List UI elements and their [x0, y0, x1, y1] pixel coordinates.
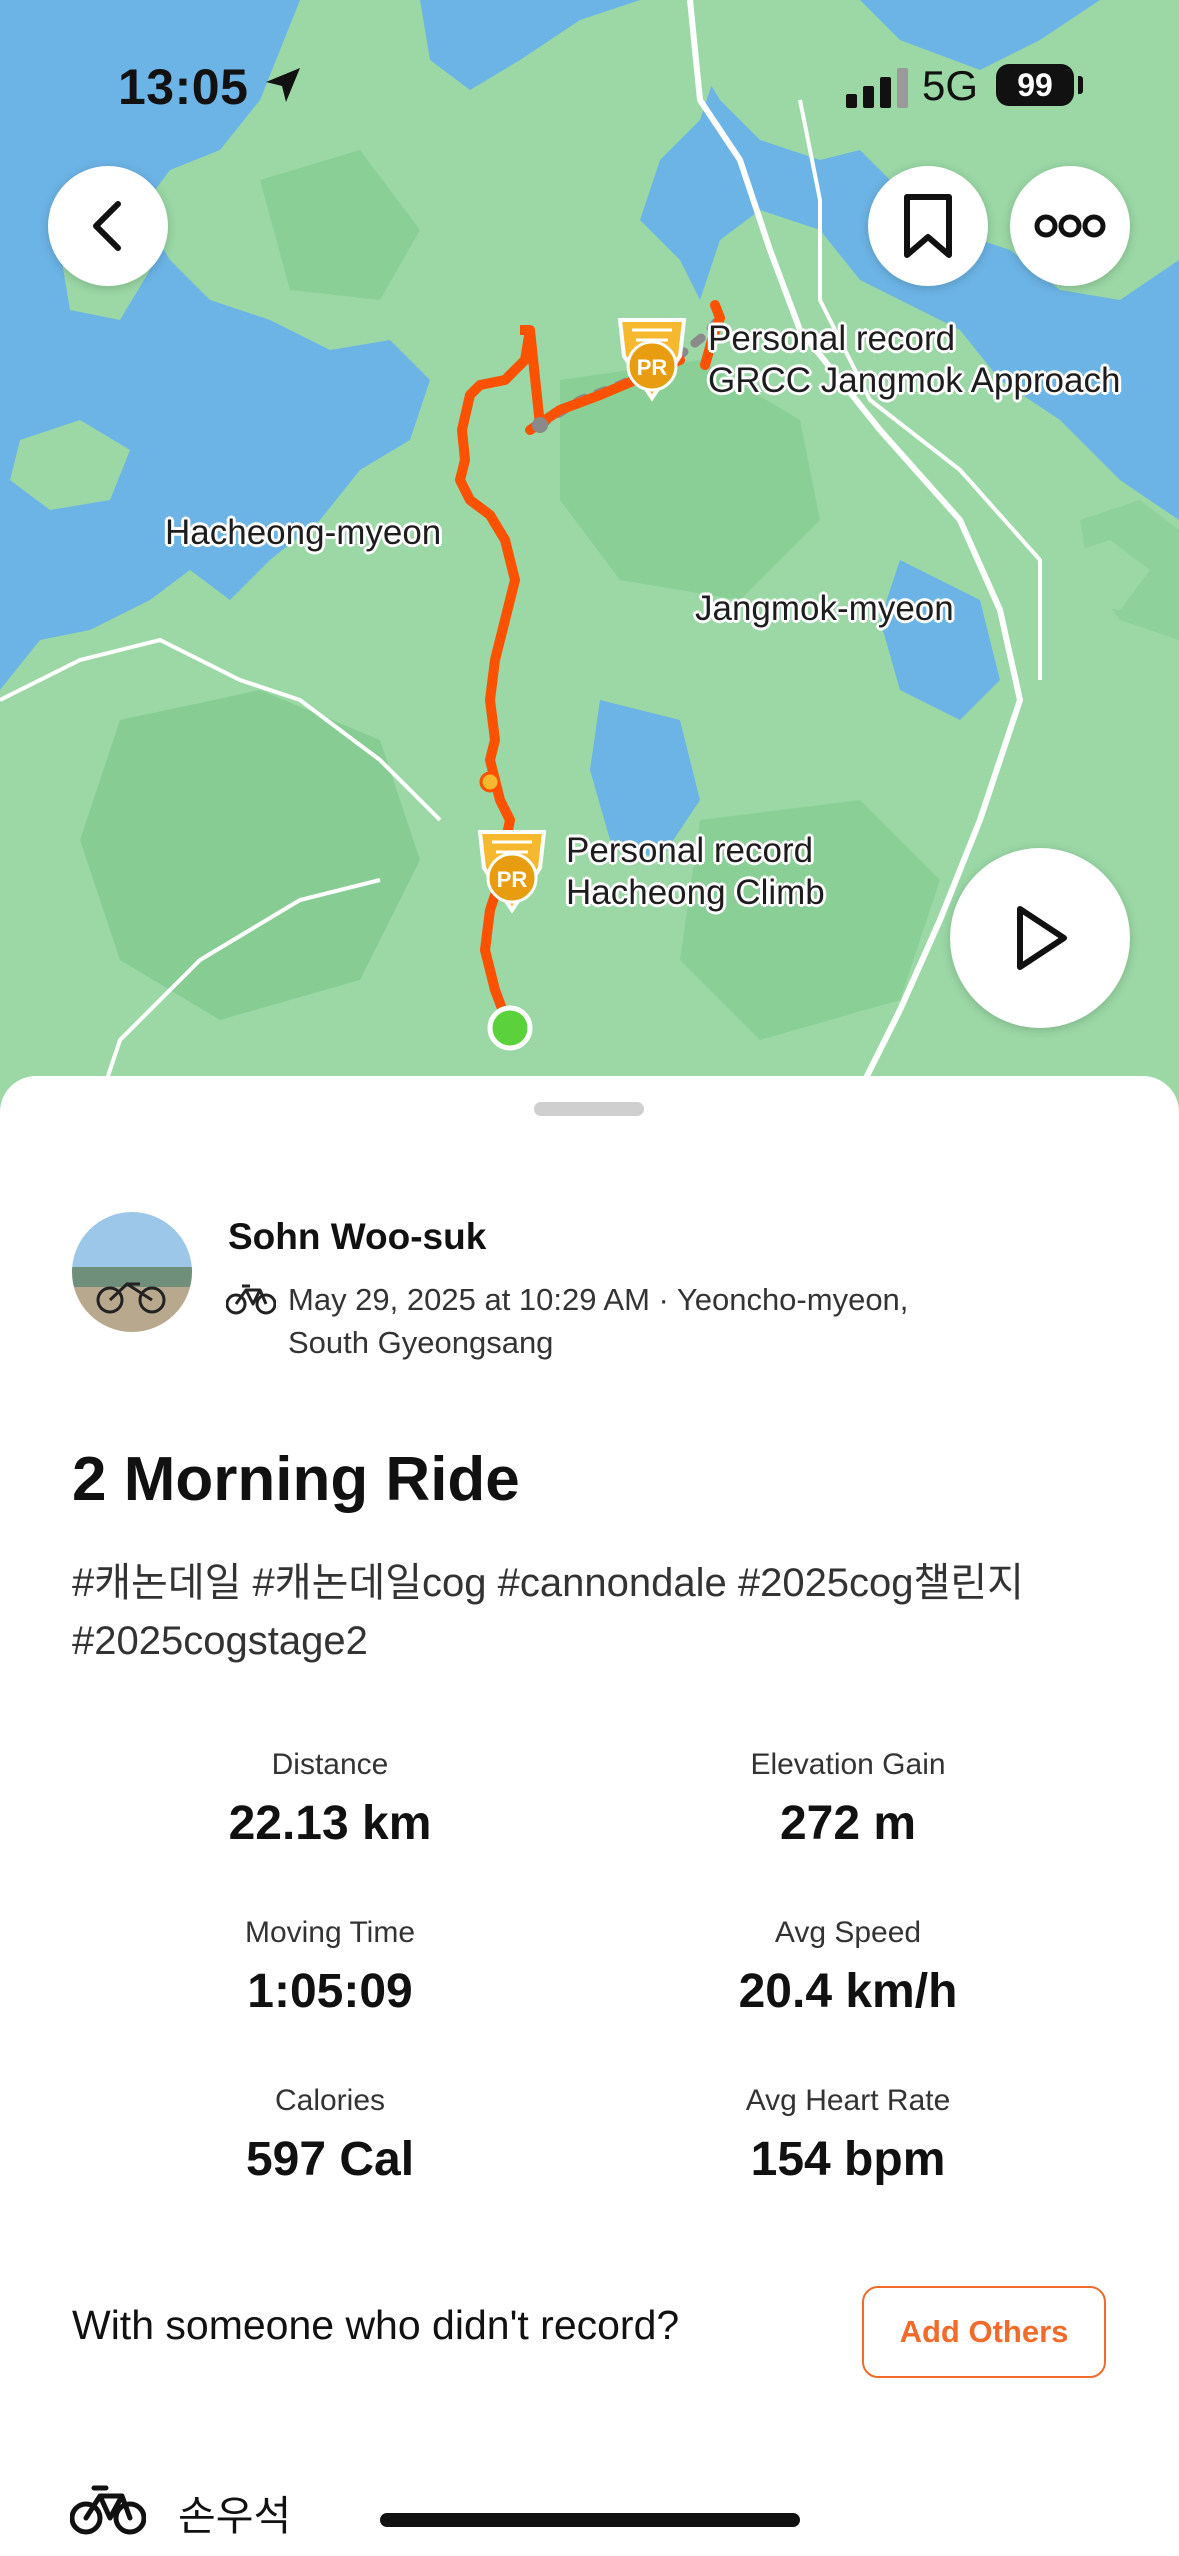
add-others-button[interactable]: Add Others	[862, 2286, 1106, 2378]
activity-description: #캐논데일 #캐논데일cog #cannondale #2025cog챌린지 #…	[72, 1561, 1024, 1663]
avatar[interactable]	[72, 1212, 192, 1332]
status-bar: 13:05 5G 99	[0, 0, 1179, 170]
cellular-signal-icon	[846, 68, 908, 108]
pr-label-segment: Hacheong Climb	[566, 873, 825, 912]
stat-label: Distance	[271, 1748, 389, 1781]
place-label-jangmok: Jangmok-myeon	[695, 589, 954, 628]
sheet-drag-handle[interactable]	[534, 1102, 644, 1116]
status-time: 13:05	[118, 59, 249, 115]
avatar-photo	[72, 1212, 192, 1332]
more-dots-icon	[1034, 214, 1106, 238]
stat-value: 1:05:09	[247, 1965, 413, 2018]
pr-badge-text: PR	[497, 867, 528, 892]
back-button[interactable]	[48, 166, 168, 286]
activity-title: 2 Morning Ride	[72, 1445, 520, 1514]
gear-bike-name[interactable]: 손우석	[178, 2482, 291, 2542]
activity-meta: May 29, 2025 at 10:29 AM · Yeoncho-myeon…	[288, 1278, 988, 1364]
pr-badge-icon[interactable]: PR	[614, 316, 690, 402]
stat-value: 597 Cal	[245, 2133, 415, 2186]
activity-map[interactable]: PR PR Personal record GRCC Jangmok Appro…	[0, 0, 1179, 1130]
stat-elevation: Elevation Gain 272 m	[598, 1748, 1098, 1851]
stat-avg-speed: Avg Speed 20.4 km/h	[598, 1916, 1098, 2019]
activity-date-location: May 29, 2025 at 10:29 AM · Yeoncho-myeon…	[288, 1282, 909, 1317]
battery-cap	[1078, 76, 1083, 94]
location-arrow-icon	[266, 68, 300, 102]
home-indicator[interactable]	[380, 2513, 800, 2527]
activity-region: South Gyeongsang	[288, 1325, 554, 1360]
stat-label: Calories	[274, 2084, 386, 2117]
more-button[interactable]	[1010, 166, 1130, 286]
stat-label: Moving Time	[244, 1916, 416, 1949]
chevron-left-icon	[93, 201, 121, 251]
stat-value: 20.4 km/h	[738, 1965, 958, 2018]
network-type: 5G	[922, 62, 979, 109]
battery-level: 99	[996, 64, 1074, 106]
stat-calories: Calories 597 Cal	[80, 2084, 580, 2187]
stat-heart-rate: Avg Heart Rate 154 bpm	[598, 2084, 1098, 2187]
bicycle-icon	[226, 1284, 276, 1315]
stat-value: 272 m	[779, 1797, 917, 1850]
stat-label: Avg Speed	[774, 1916, 922, 1949]
stat-moving-time: Moving Time 1:05:09	[80, 1916, 580, 2019]
pr-badge-icon[interactable]: PR	[474, 828, 550, 914]
athlete-name[interactable]: Sohn Woo-suk	[228, 1216, 486, 1258]
bicycle-icon	[70, 2485, 146, 2535]
pr-badge-text: PR	[637, 355, 668, 380]
stat-label: Avg Heart Rate	[745, 2084, 951, 2117]
place-label-hacheong: Hacheong-myeon	[165, 513, 442, 552]
pr-label-segment: GRCC Jangmok Approach	[708, 361, 1121, 400]
play-icon	[1017, 906, 1067, 970]
pr-label-title: Personal record	[708, 319, 956, 358]
stat-value: 22.13 km	[228, 1797, 432, 1850]
activity-details-sheet: Sohn Woo-suk May 29, 2025 at 10:29 AM · …	[0, 1076, 1179, 2556]
stat-distance: Distance 22.13 km	[80, 1748, 580, 1851]
bookmark-icon	[904, 194, 952, 258]
bookmark-button[interactable]	[868, 166, 988, 286]
play-flyover-button[interactable]	[950, 848, 1130, 1028]
stat-label: Elevation Gain	[750, 1748, 946, 1781]
stat-value: 154 bpm	[750, 2133, 946, 2186]
with-others-prompt: With someone who didn't record?	[72, 2302, 680, 2348]
pr-label-title: Personal record	[566, 831, 814, 870]
